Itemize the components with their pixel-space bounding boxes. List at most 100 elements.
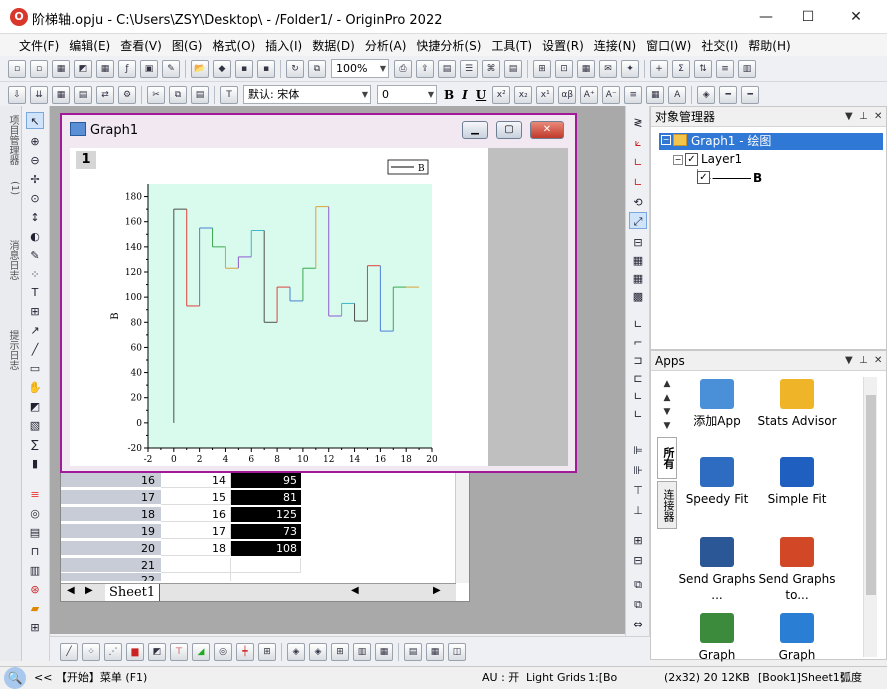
save-icon[interactable]: ▪	[235, 59, 253, 78]
tab-explorer-count[interactable]: (1)	[2, 176, 20, 200]
align-icon[interactable]: ≡	[624, 85, 643, 104]
menu-edit[interactable]: 编辑(E)	[64, 37, 115, 54]
menu-insert[interactable]: 插入(I)	[260, 37, 307, 54]
database-icon[interactable]: ▤	[74, 85, 92, 104]
open-template-icon[interactable]: ◆	[213, 59, 231, 78]
add-table-icon[interactable]: ⊞	[26, 303, 44, 320]
align-bottom-icon[interactable]: ⊥	[629, 502, 647, 519]
tab-all-apps[interactable]: 所有	[657, 437, 677, 479]
regional-mask-icon[interactable]: ◐	[26, 228, 44, 245]
align-top-icon[interactable]: ⊤	[629, 482, 647, 499]
menu-view[interactable]: 查看(V)	[115, 37, 167, 54]
pattern-icon[interactable]: ◎	[26, 505, 44, 522]
line-tool-icon[interactable]: ╱	[26, 341, 44, 358]
supersub-icon[interactable]: x¹	[536, 85, 555, 104]
plot-checkbox[interactable]: ✓	[697, 171, 710, 184]
legend-icon[interactable]: ⊓	[26, 543, 44, 560]
zoom-combo[interactable]: 100% ▼	[331, 59, 389, 78]
minimize-button[interactable]: —	[744, 4, 788, 30]
cell-a[interactable]: 18	[161, 541, 231, 556]
object-manager-icon[interactable]: ⊡	[555, 59, 573, 78]
menu-graph[interactable]: 图(G)	[167, 37, 208, 54]
statistical-plot-icon[interactable]: ◩	[148, 642, 166, 661]
row-index[interactable]: 18	[61, 507, 161, 522]
menu-file[interactable]: 文件(F)	[14, 37, 64, 54]
pin-icon[interactable]: ⊥	[859, 351, 868, 371]
merge-graph-icon[interactable]: ▩	[629, 288, 647, 305]
row-index[interactable]: 21	[61, 558, 161, 573]
arrange-layers-icon[interactable]: ▦	[629, 252, 647, 269]
paste-icon[interactable]: ▤	[191, 85, 209, 104]
row-index[interactable]: 22	[61, 573, 161, 581]
apps-scroll-arrows[interactable]: ▲ ▲ ▼ ▼	[659, 377, 675, 437]
tree-node-graph[interactable]: Graph1 - 绘图	[659, 133, 883, 150]
graph-rescale-icon[interactable]: ⤢	[629, 212, 647, 229]
align-left-icon[interactable]: ⊫	[629, 442, 647, 459]
tab-message-log[interactable]: 消息日志	[2, 230, 20, 290]
group-icon[interactable]: ⊞	[629, 532, 647, 549]
folder-icon[interactable]: ▰	[26, 600, 44, 617]
cell-a[interactable]: 14	[161, 473, 231, 488]
menu-social[interactable]: 社交(I)	[696, 37, 743, 54]
graph-close-button[interactable]: ✕	[530, 121, 564, 139]
insert-graph-icon[interactable]: ◩	[26, 398, 44, 415]
greek-icon[interactable]: αβ	[558, 85, 577, 104]
tab-project-explorer[interactable]: 项目管理器	[2, 110, 20, 170]
copy-icon[interactable]: ⧉	[169, 85, 187, 104]
app-send-graphs-ppt[interactable]: Send Graphs to...	[757, 537, 837, 603]
app-graph-2[interactable]: Graph	[757, 613, 837, 663]
close-button[interactable]: ✕	[834, 4, 878, 30]
menu-connectivity[interactable]: 连接(N)	[589, 37, 641, 54]
layer-icon[interactable]: ▤	[26, 524, 44, 541]
row-index[interactable]: 16	[61, 473, 161, 488]
new-folder-icon[interactable]: ▫	[30, 59, 48, 78]
axis-y-icon[interactable]: ∟	[629, 174, 647, 191]
font-size-combo[interactable]: 0 ▼	[377, 85, 437, 104]
superscript-icon[interactable]: x²	[492, 85, 511, 104]
subscript-icon[interactable]: x₂	[514, 85, 533, 104]
results-log-icon[interactable]: ☰	[460, 59, 478, 78]
line-symbol-icon[interactable]: ⋰	[104, 642, 122, 661]
3d-plot-icon[interactable]: ◈	[287, 642, 305, 661]
hand-icon[interactable]: ✋	[26, 379, 44, 396]
connect-icon[interactable]: ⇄	[96, 85, 114, 104]
app-add-app[interactable]: 添加App	[677, 379, 757, 429]
layer-grid-icon[interactable]: ▦	[629, 270, 647, 287]
tab-scroll-left-icon[interactable]: ◀	[67, 585, 75, 596]
cell-a[interactable]: 15	[161, 490, 231, 505]
menu-tools[interactable]: 工具(T)	[486, 37, 537, 54]
graph-title-bar[interactable]: Graph1 ▁ ▢ ✕	[62, 115, 575, 145]
import-excel-icon[interactable]: ▦	[52, 85, 70, 104]
3d-matrix-icon[interactable]: ▦	[375, 642, 393, 661]
area-plot-icon[interactable]: ◢	[192, 642, 210, 661]
learning-center-icon[interactable]: ✦	[621, 59, 639, 78]
zoom-out-icon[interactable]: ⊖	[26, 152, 44, 169]
3d-wire-icon[interactable]: ⊞	[331, 642, 349, 661]
data-selector-icon[interactable]: ⁘	[26, 266, 44, 283]
same-width-icon[interactable]: ⇔	[629, 616, 647, 633]
box-plot-icon[interactable]: ⊤	[170, 642, 188, 661]
export-icon[interactable]: ⇪	[416, 59, 434, 78]
ungroup-icon[interactable]: ⊟	[629, 552, 647, 569]
pane-close-icon[interactable]: ✕	[874, 351, 882, 371]
worksheet-vertical-scrollbar[interactable]	[455, 471, 469, 583]
bold-button[interactable]: B	[444, 88, 454, 102]
menu-format[interactable]: 格式(O)	[207, 37, 260, 54]
insert-equation-icon[interactable]: ∑	[26, 436, 44, 453]
refresh-icon[interactable]: ↻	[286, 59, 304, 78]
target-icon[interactable]: ⊛	[26, 581, 44, 598]
origin-app-icon[interactable]: O	[10, 8, 28, 26]
line-plot-icon[interactable]: ╱	[60, 642, 78, 661]
app-stats-advisor[interactable]: Stats Advisor	[757, 379, 837, 429]
rotate-icon[interactable]: ⟲	[629, 194, 647, 211]
cell-a[interactable]: 17	[161, 524, 231, 539]
grid-icon[interactable]: ⊞	[26, 619, 44, 636]
plot-setup-icon[interactable]: ◫	[448, 642, 466, 661]
move-icon[interactable]: ↕	[26, 209, 44, 226]
contour-icon[interactable]: ◎	[214, 642, 232, 661]
row-index[interactable]: 17	[61, 490, 161, 505]
align-right-icon[interactable]: ⊪	[629, 462, 647, 479]
add-column-icon[interactable]: +	[650, 59, 668, 78]
cell-b[interactable]: 95	[231, 473, 301, 488]
tab-hint-log[interactable]: 提示日志	[2, 320, 20, 380]
